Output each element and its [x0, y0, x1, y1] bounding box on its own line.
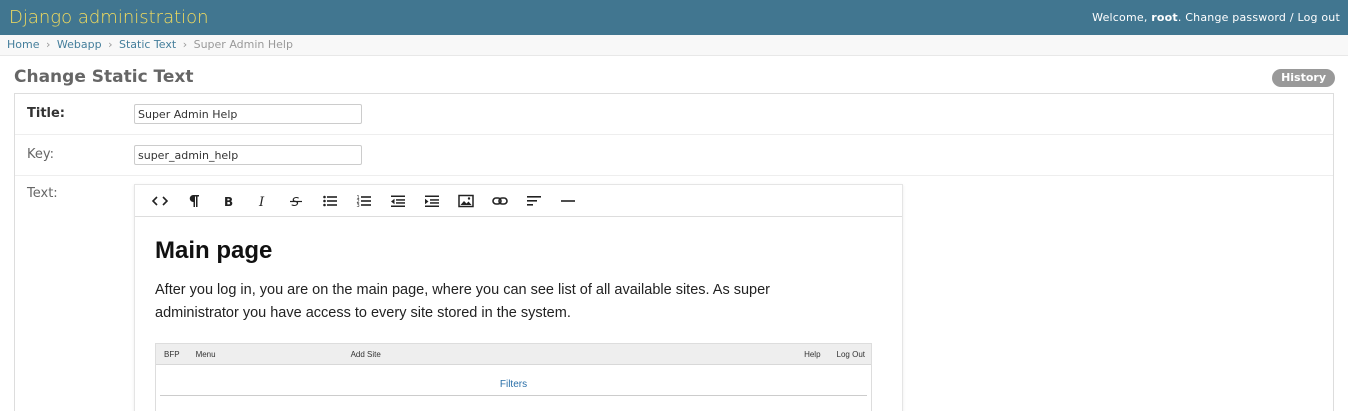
screenshot-nav-menu: Menu [195, 349, 216, 359]
title-label: Title: [27, 106, 66, 121]
site-name[interactable]: Django administration [9, 7, 209, 28]
screenshot-nav-bar: BFP Menu Add Site Help Log Out [156, 344, 871, 365]
bold-icon[interactable]: B [211, 187, 245, 215]
svg-text:3: 3 [357, 203, 360, 209]
text-label: Text: [27, 186, 58, 201]
screenshot-nav-bfp: BFP [164, 349, 180, 359]
breadcrumb-webapp[interactable]: Webapp [57, 38, 102, 51]
screenshot-filters-title: Filters [499, 379, 528, 390]
content-paragraph: After you log in, you are on the main pa… [155, 282, 770, 321]
breadcrumb-separator: › [45, 38, 51, 51]
header-bar: Django administration Welcome, root. Cha… [0, 0, 1348, 35]
editor-content[interactable]: Main page After you log in, you are on t… [135, 217, 902, 411]
breadcrumb: Home › Webapp › Static Text › Super Admi… [0, 35, 1348, 56]
title-input[interactable] [134, 104, 362, 124]
content-heading: Main page [155, 237, 273, 264]
outdent-icon[interactable] [381, 187, 415, 215]
page-title: Change Static Text [14, 67, 194, 87]
key-input[interactable] [134, 145, 362, 165]
screenshot-nav-logout: Log Out [836, 349, 865, 359]
indent-icon[interactable] [415, 187, 449, 215]
welcome-text: Welcome, [1092, 11, 1152, 24]
horizontal-rule-icon[interactable] [551, 187, 585, 215]
screenshot-divider [160, 395, 867, 396]
user-tools-separator: / [1286, 11, 1298, 24]
align-icon[interactable] [517, 187, 551, 215]
image-icon[interactable] [449, 187, 483, 215]
screenshot-nav-help: Help [804, 349, 821, 359]
change-password-link[interactable]: Change password [1185, 11, 1286, 24]
code-view-icon[interactable] [143, 187, 177, 215]
svg-text:B: B [224, 195, 233, 209]
change-form: Title: Key: Text: B [14, 93, 1334, 411]
breadcrumb-static-text[interactable]: Static Text [119, 38, 176, 51]
screenshot-nav-add-site: Add Site [350, 349, 381, 359]
link-icon[interactable] [483, 187, 517, 215]
username: root [1151, 11, 1178, 24]
breadcrumb-home[interactable]: Home [7, 38, 39, 51]
form-row-title: Title: [15, 94, 1333, 135]
editor-toolbar: B I S 123 [135, 185, 902, 217]
italic-icon[interactable]: I [245, 187, 279, 215]
svg-text:I: I [258, 195, 265, 209]
user-tools: Welcome, root. Change password / Log out [1092, 11, 1340, 24]
rich-text-editor: B I S 123 [134, 184, 903, 411]
form-row-key: Key: [15, 135, 1333, 176]
form-row-text: Text: B I S [15, 176, 1333, 411]
key-label: Key: [27, 147, 55, 162]
main-content: Change Static Text History Title: Key: T… [0, 56, 1348, 411]
unordered-list-icon[interactable] [313, 187, 347, 215]
ordered-list-icon[interactable]: 123 [347, 187, 381, 215]
paragraph-icon[interactable] [177, 187, 211, 215]
embedded-screenshot-image: BFP Menu Add Site Help Log Out Filters [155, 343, 872, 411]
breadcrumb-current: Super Admin Help [193, 38, 293, 51]
breadcrumb-separator: › [108, 38, 113, 51]
breadcrumb-separator: › [182, 38, 188, 51]
history-button[interactable]: History [1272, 69, 1335, 87]
strikethrough-icon[interactable]: S [279, 187, 313, 215]
log-out-link[interactable]: Log out [1297, 11, 1340, 24]
